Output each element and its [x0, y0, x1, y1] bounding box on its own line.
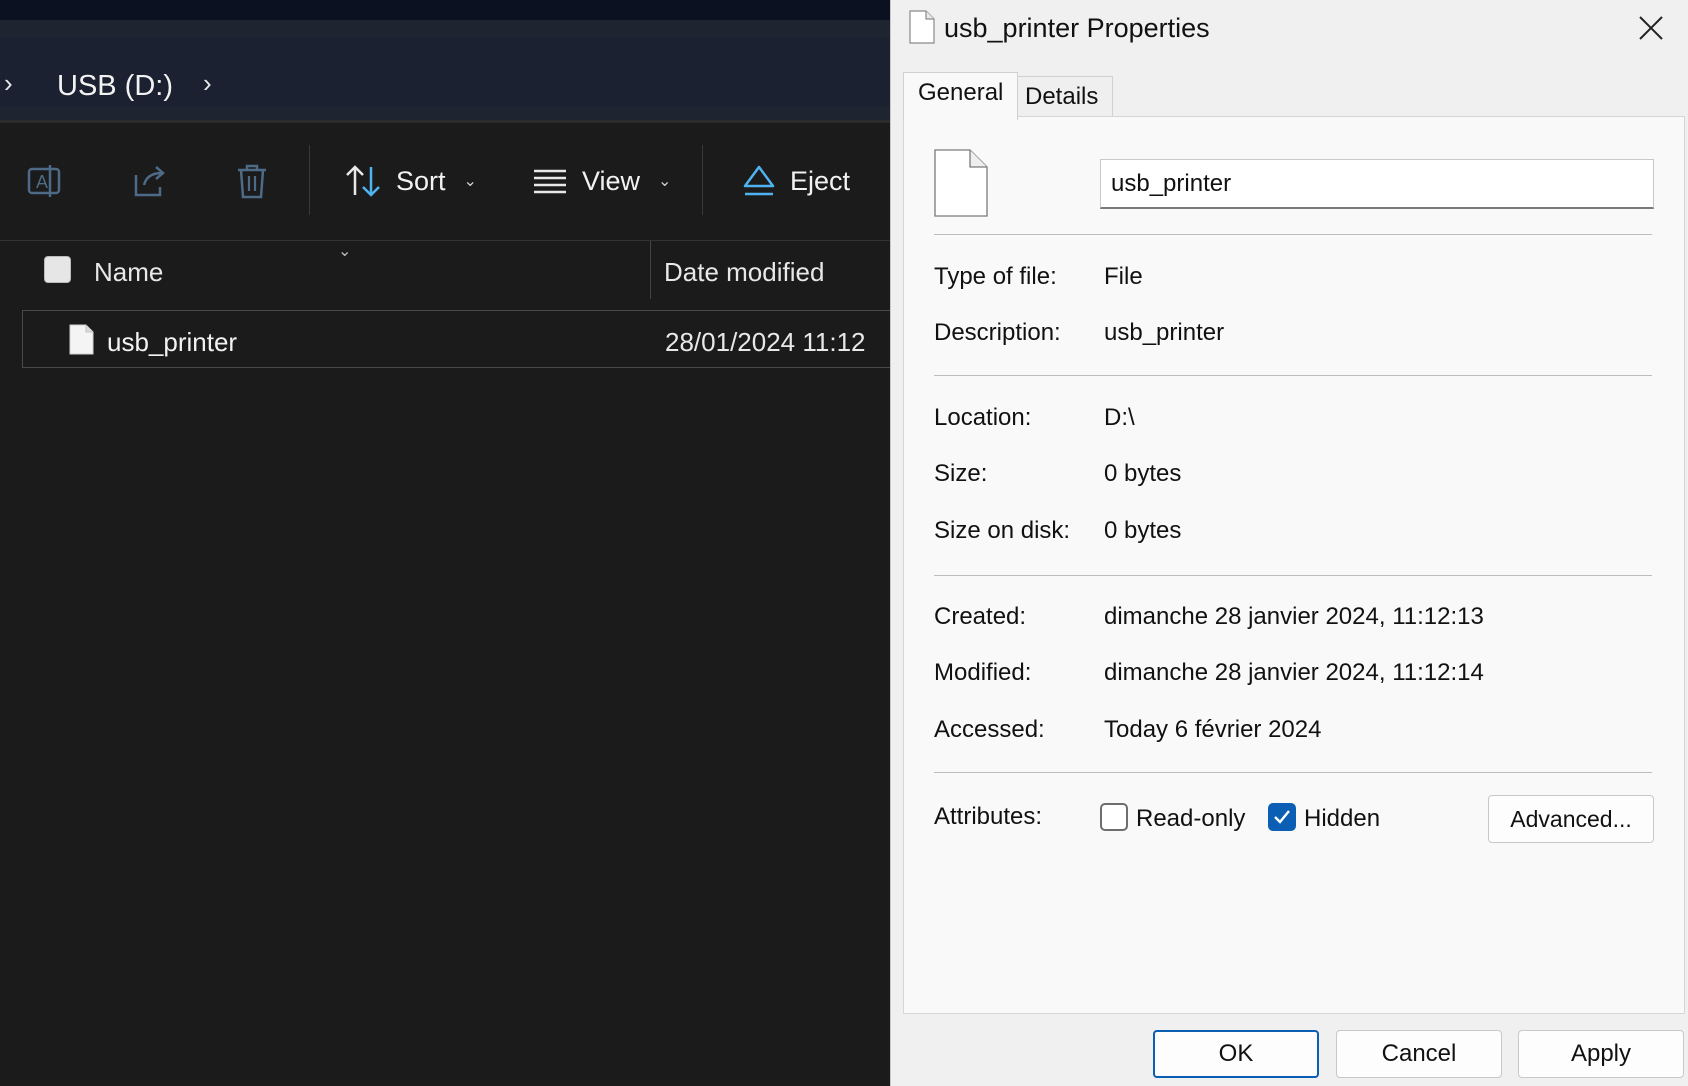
toolbar-divider — [702, 145, 703, 215]
file-icon — [909, 10, 935, 44]
view-button[interactable]: View ⌄ — [532, 153, 671, 209]
dialog-title: usb_printer Properties — [944, 13, 1210, 43]
column-header-date-modified[interactable]: Date modified — [664, 257, 824, 288]
accessed-label: Accessed: — [934, 716, 1045, 743]
size-label: Size: — [934, 460, 988, 487]
readonly-checkbox[interactable] — [1100, 803, 1128, 831]
column-header-name[interactable]: Name — [94, 257, 163, 288]
checkmark-icon — [1274, 810, 1290, 824]
file-explorer-window: › USB (D:) › A Sort ⌄ View ⌄ Eject Name … — [0, 0, 890, 1086]
ok-button[interactable]: OK — [1153, 1030, 1319, 1078]
description-value: usb_printer — [1104, 319, 1225, 346]
title-strip — [0, 0, 890, 20]
close-button[interactable] — [1631, 8, 1671, 48]
description-label: Description: — [934, 319, 1061, 346]
view-list-icon — [534, 169, 566, 194]
cancel-button[interactable]: Cancel — [1336, 1030, 1502, 1078]
tab-general[interactable]: General — [903, 72, 1019, 120]
type-label: Type of file: — [934, 263, 1057, 290]
file-row[interactable]: usb_printer 28/01/2024 11:12 — [22, 310, 890, 368]
svg-text:A: A — [36, 172, 48, 192]
sort-indicator-icon: ⌄ — [338, 243, 352, 260]
toolbar-divider — [309, 145, 310, 215]
divider — [934, 375, 1652, 376]
created-value: dimanche 28 janvier 2024, 11:12:13 — [1104, 603, 1484, 630]
divider — [934, 234, 1652, 235]
rename-icon[interactable]: A — [26, 161, 66, 201]
eject-button[interactable]: Eject — [742, 153, 850, 209]
general-tab-panel: Type of file: File Description: usb_prin… — [903, 116, 1685, 1014]
breadcrumb-chevron-icon[interactable]: › — [203, 70, 212, 96]
breadcrumb-chevron-icon[interactable]: › — [4, 70, 13, 96]
sort-button[interactable]: Sort ⌄ — [344, 153, 477, 209]
address-bar[interactable]: › USB (D:) › — [0, 20, 890, 120]
modified-value: dimanche 28 janvier 2024, 11:12:14 — [1104, 659, 1484, 686]
chevron-down-icon: ⌄ — [658, 173, 672, 190]
attributes-label: Attributes: — [934, 803, 1043, 830]
chevron-down-icon: ⌄ — [463, 173, 477, 190]
eject-label: Eject — [790, 165, 851, 196]
tab-details[interactable]: Details — [1010, 76, 1114, 118]
size-on-disk-value: 0 bytes — [1104, 517, 1182, 544]
divider — [934, 575, 1652, 576]
file-date-modified: 28/01/2024 11:12 — [665, 327, 866, 357]
close-icon — [1639, 16, 1663, 40]
hidden-checkbox[interactable] — [1268, 803, 1296, 831]
advanced-button[interactable]: Advanced... — [1488, 795, 1654, 843]
location-value: D:\ — [1104, 404, 1135, 431]
column-resize-handle[interactable] — [650, 241, 651, 299]
created-label: Created: — [934, 603, 1027, 630]
dialog-title-bar[interactable]: usb_printer Properties — [891, 0, 1688, 56]
readonly-label[interactable]: Read-only — [1136, 805, 1245, 833]
breadcrumb-usb-drive[interactable]: USB (D:) — [57, 72, 173, 101]
file-name-field[interactable] — [1100, 159, 1654, 209]
properties-dialog: usb_printer Properties General Details T… — [890, 0, 1688, 1086]
type-value: File — [1104, 263, 1143, 290]
select-all-checkbox[interactable] — [44, 256, 71, 283]
file-icon — [934, 149, 988, 217]
eject-icon — [743, 165, 775, 196]
size-on-disk-label: Size on disk: — [934, 517, 1071, 544]
hidden-label[interactable]: Hidden — [1304, 805, 1380, 833]
size-value: 0 bytes — [1104, 460, 1182, 487]
sort-icon — [346, 165, 380, 197]
accessed-value: Today 6 février 2024 — [1104, 716, 1322, 743]
modified-label: Modified: — [934, 659, 1032, 686]
divider — [934, 772, 1652, 773]
location-label: Location: — [934, 404, 1032, 431]
apply-button[interactable]: Apply — [1518, 1030, 1684, 1078]
command-bar: A Sort ⌄ View ⌄ Eject — [0, 123, 890, 240]
sort-label: Sort — [396, 165, 446, 196]
column-header-row: Name ⌄ Date modified — [0, 241, 890, 299]
view-label: View — [582, 165, 641, 196]
file-name: usb_printer — [107, 327, 238, 357]
delete-icon[interactable] — [232, 161, 272, 201]
file-icon — [69, 324, 94, 355]
share-icon[interactable] — [130, 161, 170, 201]
